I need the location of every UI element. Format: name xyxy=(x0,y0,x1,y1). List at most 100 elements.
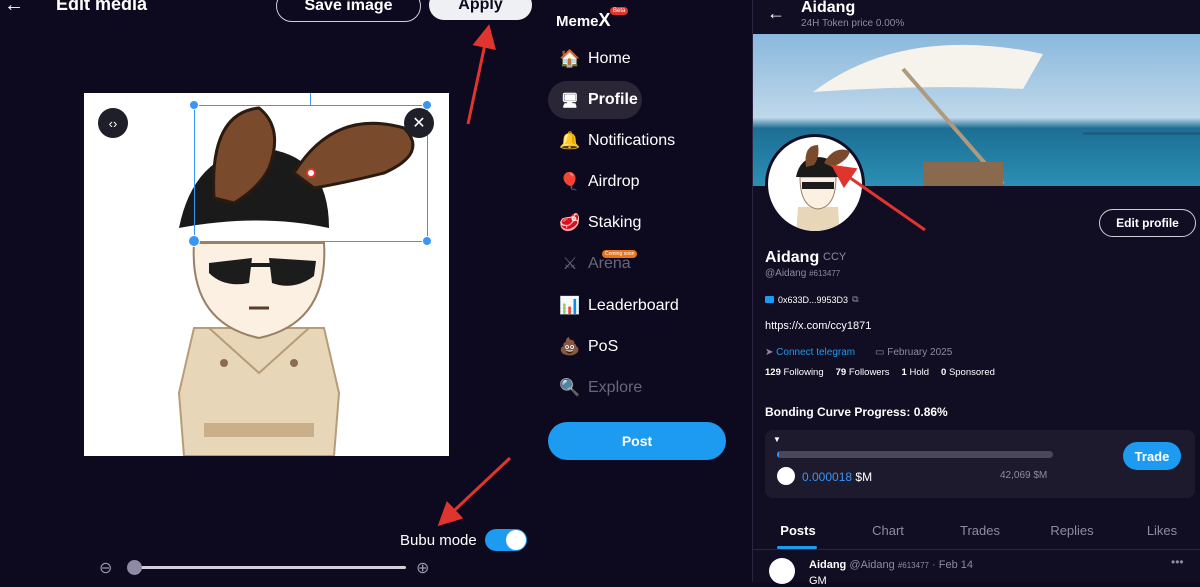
avatar[interactable] xyxy=(765,134,865,234)
compare-toggle-icon[interactable]: ‹› xyxy=(98,108,128,138)
zoom-in-icon[interactable]: ⊕ xyxy=(416,558,429,578)
resize-handle-bottom-left[interactable] xyxy=(188,235,200,247)
sidebar-item-airdrop[interactable]: 🎈 Airdrop xyxy=(548,163,640,201)
resize-handle-bottom-right[interactable] xyxy=(422,236,432,246)
back-arrow-icon[interactable]: ← xyxy=(4,0,24,17)
hold-count: 1 xyxy=(901,367,907,378)
pivot-handle[interactable] xyxy=(306,168,316,178)
search-icon: 🔍 xyxy=(559,378,581,397)
token-price-line: 24H Token price 0.00% xyxy=(801,18,904,29)
following-count: 129 xyxy=(765,367,781,378)
sponsored-label: Sponsored xyxy=(948,367,995,378)
sidebar-item-profile[interactable]: 🖥 Profile xyxy=(548,81,642,119)
wallet-line[interactable]: 0x633D...9953D3 ⧉ xyxy=(765,294,859,305)
token-price-value: 0.000018 $M xyxy=(802,470,872,484)
sponsored-stat[interactable]: 0 Sponsored xyxy=(941,367,995,378)
connect-telegram-link: Connect telegram xyxy=(776,347,856,358)
zoom-slider-thumb[interactable] xyxy=(127,560,142,575)
save-image-button[interactable]: Save image xyxy=(276,0,421,22)
tab-posts[interactable]: Posts xyxy=(773,514,823,546)
bonding-curve-label: Bonding Curve Progress: 0.86% xyxy=(765,405,948,419)
sidebar-item-leaderboard[interactable]: 📊 Leaderboard xyxy=(548,287,679,325)
profile-link[interactable]: https://x.com/ccy1871 xyxy=(765,320,871,332)
trade-button[interactable]: Trade xyxy=(1123,442,1181,470)
sidebar-item-label: Airdrop xyxy=(588,173,640,190)
bubu-mode-toggle[interactable] xyxy=(485,529,527,551)
joined-line: ▭ February 2025 xyxy=(875,347,952,358)
tab-replies[interactable]: Replies xyxy=(1045,514,1099,546)
wallet-icon xyxy=(765,296,774,303)
back-arrow-icon[interactable]: ← xyxy=(767,3,785,24)
hold-label: Hold xyxy=(909,367,929,378)
sidebar-item-label: Home xyxy=(588,50,631,67)
followers-label: Followers xyxy=(848,367,890,378)
leaderboard-icon: 📊 xyxy=(559,296,581,315)
apply-button[interactable]: Apply xyxy=(429,0,532,20)
profile-handle-line: @Aidang #613477 xyxy=(765,268,840,279)
telegram-line[interactable]: ➤ Connect telegram xyxy=(765,347,855,358)
profile-name: Aidang xyxy=(765,249,820,266)
meat-icon: 🥩 xyxy=(559,213,581,232)
sidebar-item-label: Staking xyxy=(588,214,642,231)
post-button[interactable]: Post xyxy=(548,422,726,460)
price-unit: $M xyxy=(855,470,873,484)
poo-icon: 💩 xyxy=(559,337,581,356)
image-canvas[interactable]: ‹› ✕ xyxy=(84,93,449,456)
resize-handle-top-left[interactable] xyxy=(189,100,199,110)
post-text: GM xyxy=(809,575,827,587)
app-logo[interactable]: MemeX xyxy=(556,10,611,31)
edit-profile-button[interactable]: Edit profile xyxy=(1099,209,1196,237)
telegram-icon: ➤ xyxy=(765,347,774,358)
price-value: 0.000018 xyxy=(802,470,853,484)
swords-icon: ⚔ xyxy=(562,254,578,273)
stats-row: 129 Following 79 Followers 1 Hold 0 Spon… xyxy=(765,367,995,378)
post-date: Feb 14 xyxy=(938,559,974,571)
following-stat[interactable]: 129 Following xyxy=(765,367,824,378)
wallet-address: 0x633D...9953D3 xyxy=(778,294,849,305)
close-sticker-icon[interactable]: ✕ xyxy=(404,108,434,138)
sidebar-item-pos[interactable]: 💩 PoS xyxy=(548,328,618,366)
followers-count: 79 xyxy=(835,367,847,378)
profile-ticker: CCY xyxy=(823,251,847,263)
post-author-handle: @Aidang xyxy=(849,559,895,571)
more-options-icon[interactable]: ••• xyxy=(1171,555,1184,569)
tab-trades[interactable]: Trades xyxy=(953,514,1007,546)
calendar-icon: ▭ xyxy=(875,347,885,358)
profile-icon: 🖥 xyxy=(561,91,579,108)
copy-icon[interactable]: ⧉ xyxy=(852,294,858,305)
bubu-mode-label: Bubu mode xyxy=(400,532,477,549)
sidebar-item-staking[interactable]: 🥩 Staking xyxy=(548,204,641,242)
post-avatar[interactable] xyxy=(769,558,795,584)
post-separator: · xyxy=(932,559,936,571)
media-editor-panel: ← Edit media Save image Apply ‹› ✕ Bubu … xyxy=(0,0,540,582)
sidebar-item-notifications[interactable]: 🔔 Notifications xyxy=(548,122,675,160)
editor-title: Edit media xyxy=(56,0,148,14)
post-header: Aidang @Aidang #613477 · Feb 14 xyxy=(809,559,973,571)
tab-chart[interactable]: Chart xyxy=(863,514,913,546)
post-author-name[interactable]: Aidang xyxy=(809,559,846,571)
sidebar-item-explore[interactable]: 🔍 Explore xyxy=(548,369,642,407)
market-cap: 42,069 $M xyxy=(1000,470,1048,481)
followers-stat[interactable]: 79 Followers xyxy=(836,367,890,378)
home-icon: 🏠 xyxy=(559,49,581,68)
tab-likes[interactable]: Likes xyxy=(1137,514,1187,546)
avatar-character-image xyxy=(796,145,850,231)
token-price-label: 24H Token price xyxy=(801,18,874,29)
hold-stat[interactable]: 1 Hold xyxy=(902,367,929,378)
following-label: Following xyxy=(783,367,824,378)
post-author-number: #613477 xyxy=(897,561,929,570)
token-avatar xyxy=(777,467,795,485)
bell-icon: 🔔 xyxy=(559,131,581,150)
beta-badge: Beta xyxy=(610,7,629,15)
zoom-out-icon[interactable]: ⊖ xyxy=(99,558,112,578)
zoom-slider-track[interactable] xyxy=(132,566,406,569)
sidebar-item-label: Profile xyxy=(588,91,638,108)
sidebar-item-label: Leaderboard xyxy=(588,297,679,314)
sponsored-count: 0 xyxy=(941,367,947,378)
sidebar-item-home[interactable]: 🏠 Home xyxy=(548,40,631,78)
toggle-knob xyxy=(506,530,526,550)
bonding-progress-track xyxy=(777,451,1053,458)
profile-handle: @Aidang xyxy=(765,268,807,279)
balloon-icon: 🎈 xyxy=(559,172,581,191)
tabs-divider xyxy=(753,549,1200,550)
